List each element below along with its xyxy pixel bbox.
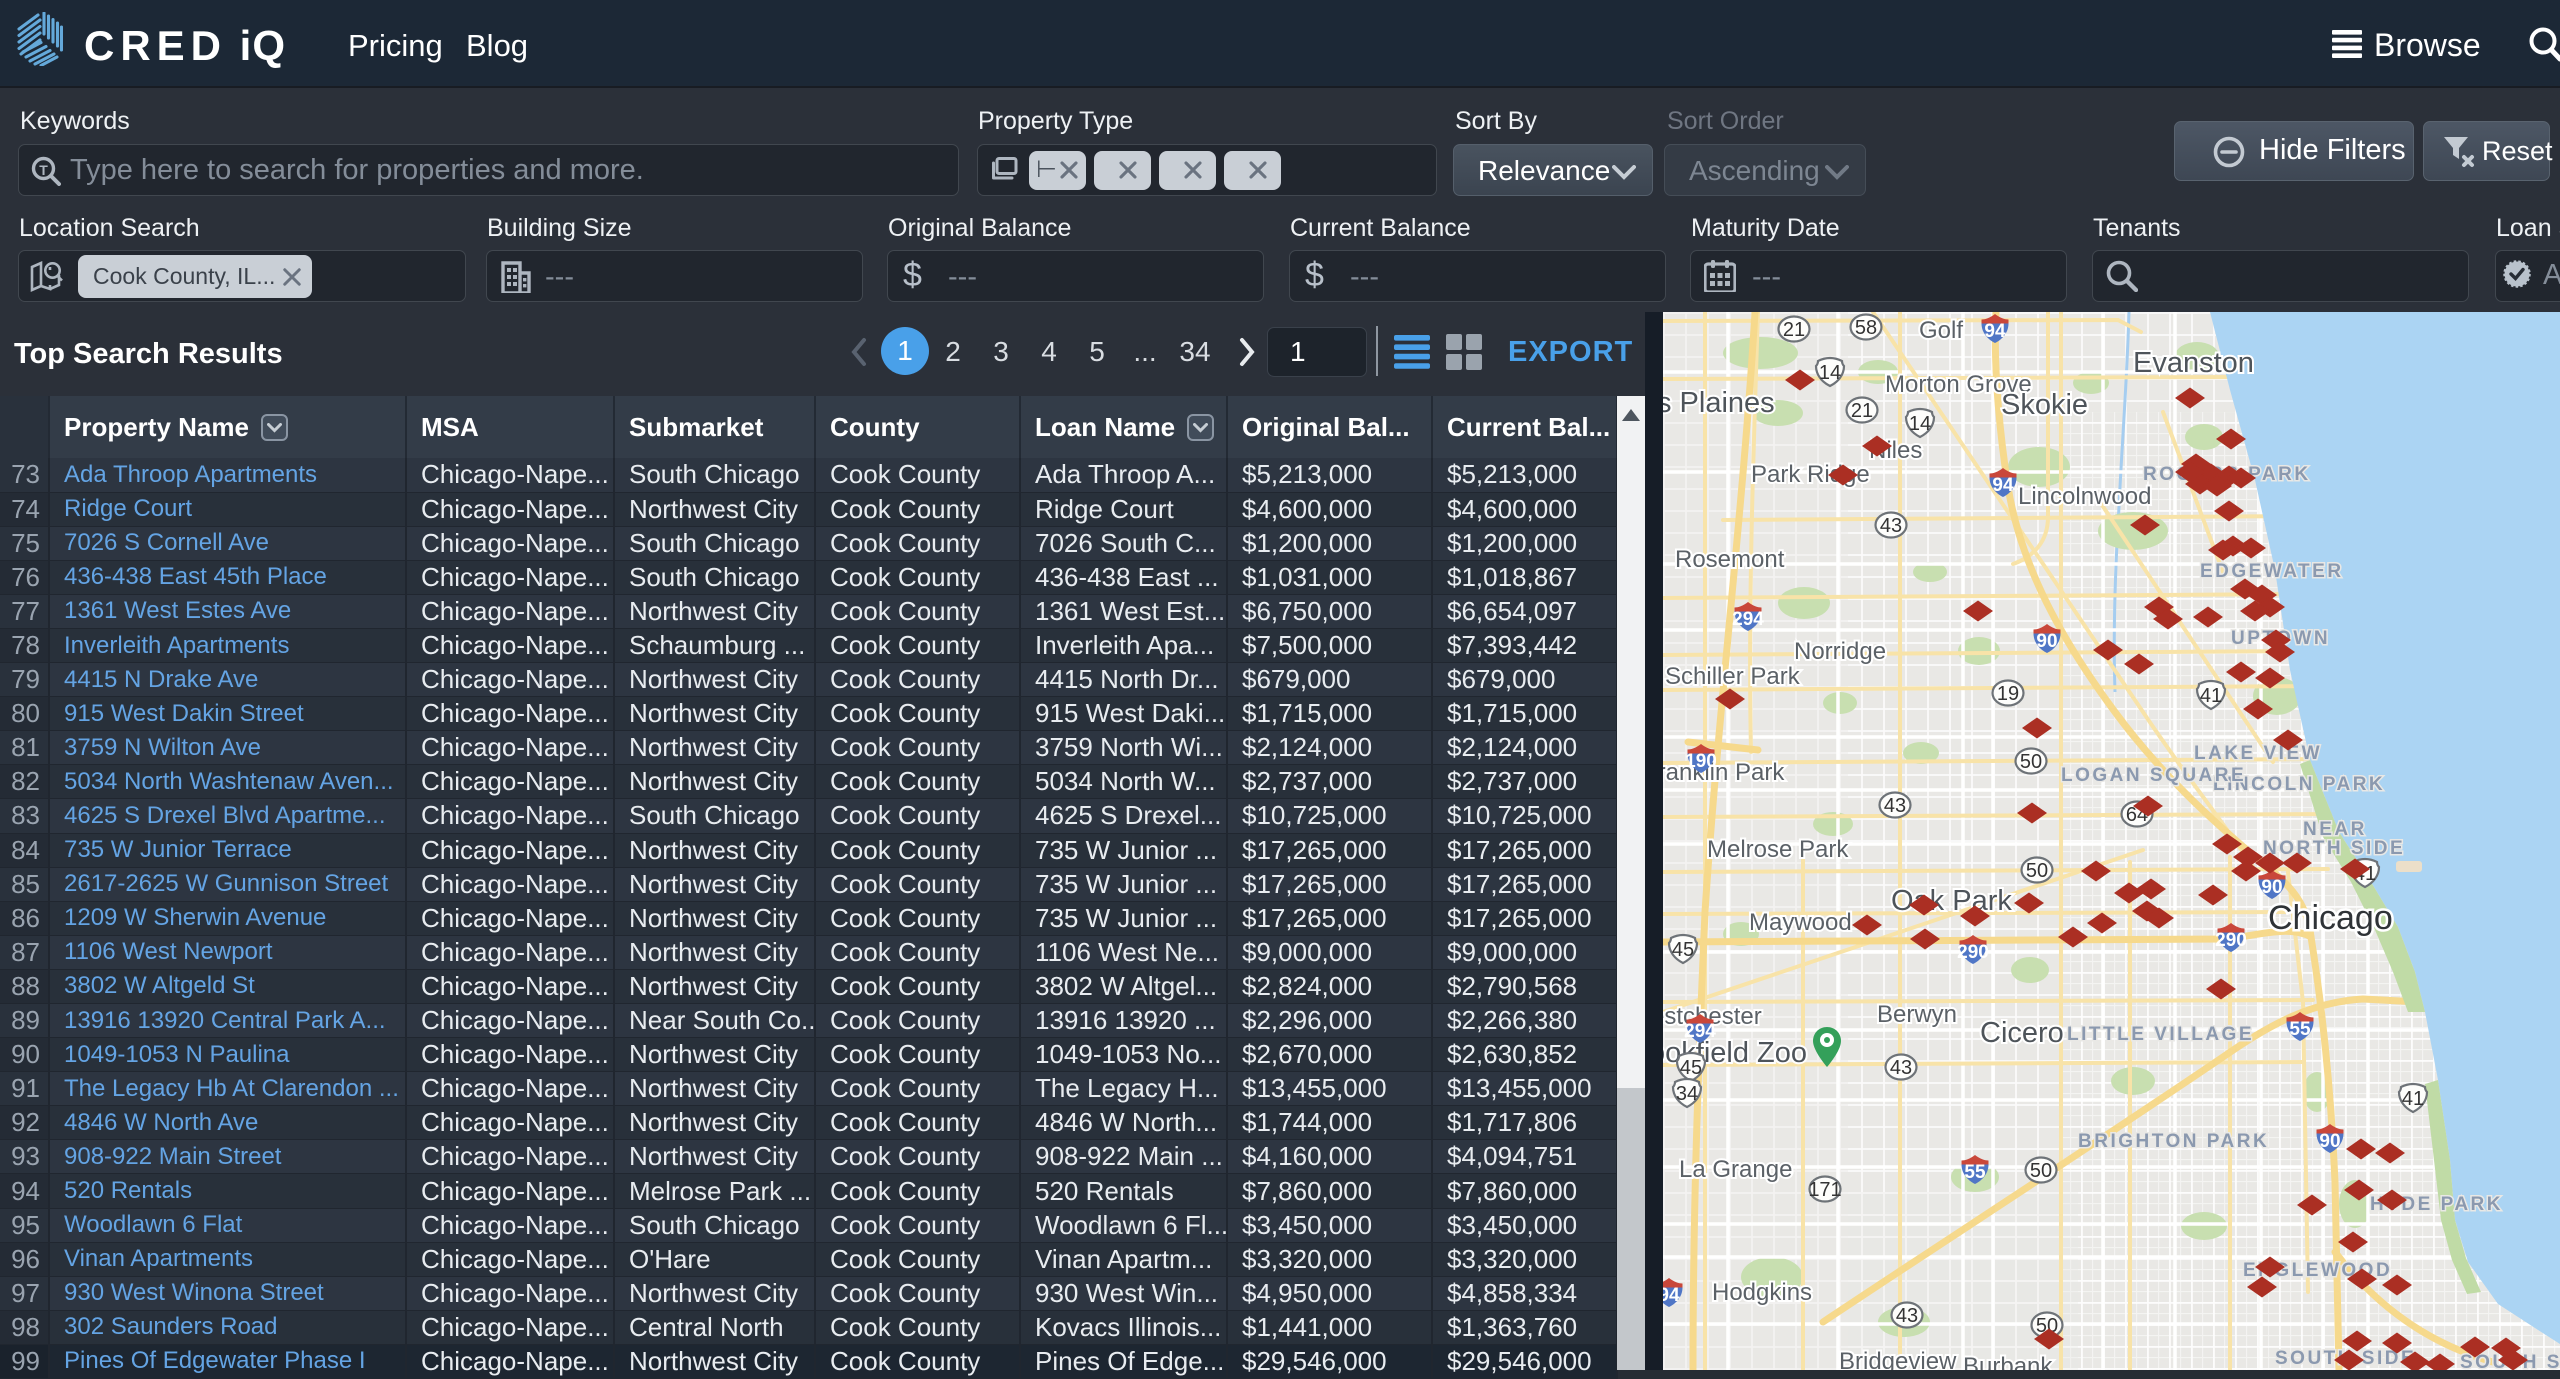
svg-text:LOGAN SQUARE: LOGAN SQUARE — [2061, 765, 2246, 786]
svg-text:T: T — [39, 162, 48, 178]
svg-text:s Plaines: s Plaines — [1663, 387, 1775, 419]
svg-text:94: 94 — [1984, 321, 2006, 342]
svg-text:Lincolnwood: Lincolnwood — [2018, 483, 2151, 510]
svg-text:LAKE VIEW: LAKE VIEW — [2194, 743, 2322, 764]
svg-text:50: 50 — [2026, 860, 2048, 882]
svg-text:Franklin Park: Franklin Park — [1663, 759, 1785, 786]
svg-text:50: 50 — [2030, 1160, 2052, 1182]
svg-text:55: 55 — [1964, 1162, 1986, 1183]
svg-text:Oak Park: Oak Park — [1891, 885, 2012, 917]
svg-text:Evanston: Evanston — [2133, 347, 2254, 379]
svg-text:La Grange: La Grange — [1679, 1156, 1792, 1183]
svg-text:21: 21 — [1851, 400, 1873, 422]
svg-text:90: 90 — [2261, 877, 2282, 898]
svg-text:Skokie: Skokie — [2001, 389, 2088, 421]
svg-text:45: 45 — [1672, 939, 1694, 961]
svg-text:Melrose Park: Melrose Park — [1707, 836, 1849, 863]
svg-text:50: 50 — [2020, 751, 2042, 773]
svg-text:290: 290 — [2215, 930, 2247, 951]
svg-text:14: 14 — [1819, 362, 1841, 384]
svg-text:Hodgkins: Hodgkins — [1712, 1279, 1812, 1306]
svg-text:Chicago: Chicago — [2268, 899, 2393, 937]
svg-text:Berwyn: Berwyn — [1877, 1001, 1957, 1028]
svg-text:21: 21 — [1783, 319, 1805, 341]
svg-text:43: 43 — [1896, 1305, 1918, 1327]
svg-text:290: 290 — [1957, 942, 1989, 963]
svg-text:294: 294 — [1684, 1021, 1716, 1042]
svg-text:NEAR: NEAR — [2303, 819, 2367, 840]
svg-text:Cicero: Cicero — [1980, 1017, 2064, 1049]
svg-text:294: 294 — [1732, 609, 1764, 630]
svg-text:BRIGHTON PARK: BRIGHTON PARK — [2078, 1131, 2269, 1152]
svg-text:43: 43 — [1880, 515, 1902, 537]
svg-text:43: 43 — [1884, 795, 1906, 817]
svg-text:190: 190 — [1685, 751, 1717, 772]
svg-text:43: 43 — [1890, 1057, 1912, 1079]
svg-text:171: 171 — [1808, 1179, 1841, 1201]
svg-text:NORTH SIDE: NORTH SIDE — [2263, 838, 2405, 859]
svg-text:Maywood: Maywood — [1749, 909, 1852, 936]
svg-text:LITTLE VILLAGE: LITTLE VILLAGE — [2067, 1024, 2254, 1045]
svg-text:90: 90 — [2319, 1131, 2340, 1152]
svg-text:Schiller Park: Schiller Park — [1665, 663, 1801, 690]
svg-text:94: 94 — [1663, 1285, 1680, 1306]
svg-text:94: 94 — [1992, 475, 2014, 496]
svg-text:34: 34 — [1676, 1083, 1698, 1105]
svg-text:EDGEWATER: EDGEWATER — [2200, 561, 2344, 582]
svg-text:Golf: Golf — [1919, 317, 1963, 344]
svg-text:Bridgeview: Bridgeview — [1839, 1348, 1957, 1370]
svg-text:55: 55 — [2289, 1019, 2311, 1040]
svg-text:Rosemont: Rosemont — [1675, 546, 1785, 573]
svg-text:Norridge: Norridge — [1794, 638, 1886, 665]
svg-text:41: 41 — [2200, 685, 2222, 707]
svg-text:19: 19 — [1997, 683, 2019, 705]
svg-text:Burbank: Burbank — [1963, 1353, 2053, 1370]
svg-text:58: 58 — [1855, 317, 1877, 339]
svg-text:45: 45 — [1680, 1057, 1702, 1079]
svg-text:41: 41 — [2402, 1088, 2424, 1110]
svg-text:90: 90 — [2036, 631, 2057, 652]
svg-text:14: 14 — [1909, 413, 1931, 435]
